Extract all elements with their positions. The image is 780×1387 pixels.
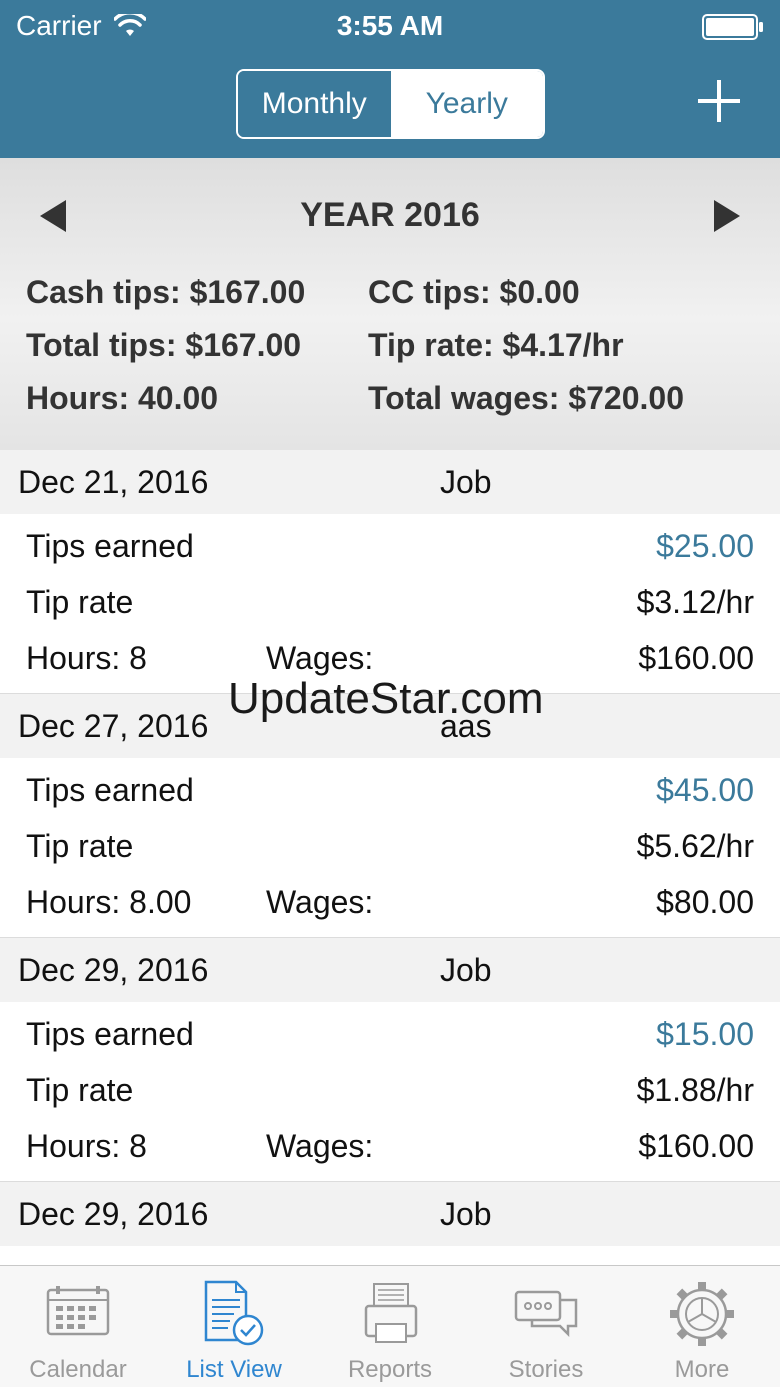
entry-date: Dec 21, 2016 (18, 464, 209, 500)
total-wages-stat: Total wages: $720.00 (368, 380, 684, 416)
entry-detail[interactable]: Tips earned $25.00 Tip rate $3.12/hr Hou… (0, 514, 780, 694)
calendar-icon (46, 1286, 110, 1336)
entry-date-header[interactable]: Dec 29, 2016 Job (0, 1182, 780, 1246)
entry-detail[interactable] (0, 1246, 780, 1265)
list-view-icon (204, 1280, 264, 1346)
entry-date: Dec 27, 2016 (18, 708, 209, 744)
tip-rate-label: Tip rate (26, 1072, 134, 1108)
tab-more[interactable]: More (624, 1266, 780, 1387)
tip-rate-label: Tip rate (26, 584, 134, 620)
tip-rate-value: $1.88/hr (636, 1072, 754, 1108)
wages-value: $160.00 (638, 1128, 754, 1164)
tab-calendar[interactable]: Calendar (0, 1266, 156, 1387)
cash-tips-stat: Cash tips: $167.00 (26, 274, 306, 310)
tab-reports[interactable]: Reports (312, 1266, 468, 1387)
tab-stories-label: Stories (508, 1356, 584, 1383)
entry-date: Dec 29, 2016 (18, 1196, 209, 1232)
hours-stat: Hours: 40.00 (26, 380, 219, 416)
tips-earned-label: Tips earned (26, 1016, 194, 1052)
tips-earned-label: Tips earned (26, 528, 194, 564)
hours-label: Hours: 8.00 (26, 884, 192, 920)
segment-monthly[interactable]: Monthly (238, 71, 391, 137)
entry-date-header[interactable]: Dec 29, 2016 Job (0, 938, 780, 1002)
battery-icon (702, 14, 763, 40)
reports-icon (364, 1283, 418, 1343)
wages-label: Wages: (266, 640, 374, 676)
tips-earned-value: $15.00 (656, 1016, 754, 1052)
entry-date-header[interactable]: Dec 21, 2016 Job (0, 450, 780, 514)
entry-job: Job (440, 464, 492, 500)
segment-yearly[interactable]: Yearly (390, 71, 543, 137)
hours-label: Hours: 8 (26, 640, 147, 676)
add-icon[interactable] (696, 78, 742, 124)
wages-label: Wages: (266, 1128, 374, 1164)
tips-earned-label: Tips earned (26, 772, 194, 808)
wages-value: $80.00 (656, 884, 754, 920)
entry-detail[interactable]: Tips earned $15.00 Tip rate $1.88/hr Hou… (0, 1002, 780, 1182)
period-title: YEAR 2016 (300, 196, 480, 234)
tab-calendar-label: Calendar (29, 1356, 127, 1383)
gear-icon (670, 1282, 734, 1346)
status-bar: Carrier 3:55 AM (0, 0, 780, 56)
tips-earned-value: $45.00 (656, 772, 754, 808)
status-time: 3:55 AM (336, 10, 444, 41)
stories-icon (514, 1290, 578, 1338)
tab-stories[interactable]: Stories (468, 1266, 624, 1387)
wages-value: $160.00 (638, 640, 754, 676)
tab-more-label: More (674, 1356, 730, 1383)
next-period-icon[interactable] (712, 198, 742, 234)
wages-label: Wages: (266, 884, 374, 920)
cc-tips-stat: CC tips: $0.00 (368, 274, 580, 310)
entry-date: Dec 29, 2016 (18, 952, 209, 988)
tip-rate-label: Tip rate (26, 828, 134, 864)
tab-list-view-label: List View (186, 1356, 282, 1383)
tab-reports-label: Reports (347, 1356, 433, 1383)
tab-bar: Calendar List View Reports Stories More (0, 1265, 780, 1387)
tip-rate-value: $3.12/hr (636, 584, 754, 620)
tip-rate-stat: Tip rate: $4.17/hr (368, 327, 624, 363)
tab-list-view[interactable]: List View (156, 1266, 312, 1387)
watermark: UpdateStar.com (228, 674, 544, 723)
entry-detail[interactable]: Tips earned $45.00 Tip rate $5.62/hr Hou… (0, 758, 780, 938)
tips-earned-value: $25.00 (656, 528, 754, 564)
total-tips-stat: Total tips: $167.00 (26, 327, 302, 363)
tip-rate-value: $5.62/hr (636, 828, 754, 864)
entry-job: Job (440, 952, 492, 988)
period-segmented-control: Monthly Yearly (236, 69, 545, 139)
hours-label: Hours: 8 (26, 1128, 147, 1164)
entry-job: Job (440, 1196, 492, 1232)
nav-header: Carrier 3:55 AM Monthly Yearly (0, 0, 780, 158)
